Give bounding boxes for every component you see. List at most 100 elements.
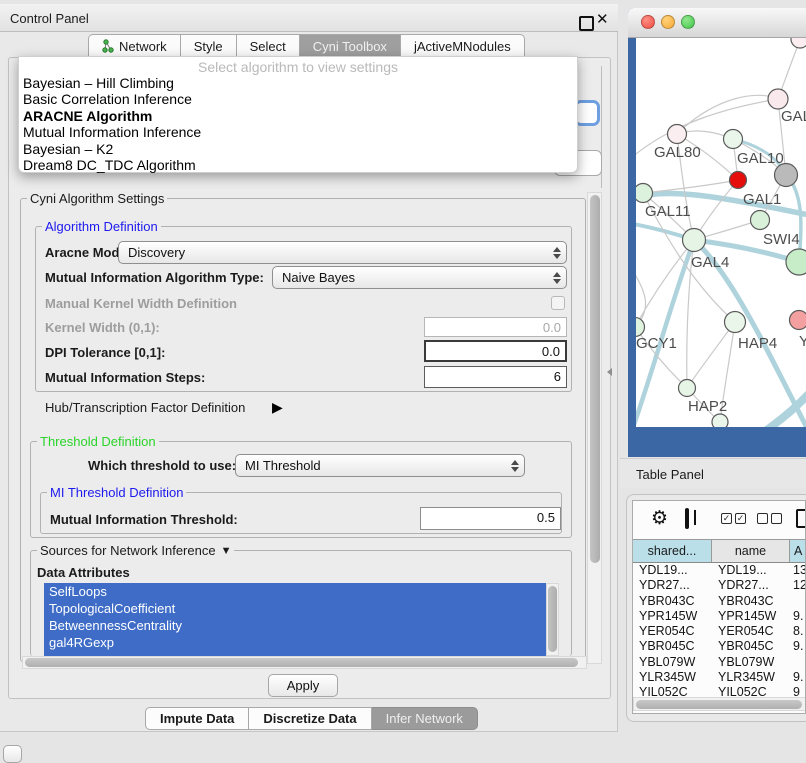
table-row[interactable]: YBR045C YBR045C 9.: [633, 639, 806, 654]
dpi-tolerance-field[interactable]: 0.0: [424, 340, 567, 362]
tab-jactivemnodules[interactable]: jActiveMNodules: [401, 34, 525, 57]
network-node-gal1[interactable]: [730, 172, 747, 189]
close-traffic-light-icon[interactable]: [641, 15, 655, 29]
export-table-file-icon[interactable]: [796, 509, 806, 528]
network-node[interactable]: [712, 414, 728, 427]
settings-horizontal-scrollbar[interactable]: [22, 656, 587, 669]
mi-type-label: Mutual Information Algorithm Type:: [45, 270, 264, 285]
dropdown-item[interactable]: Dream8 DC_TDC Algorithm: [19, 157, 577, 173]
table-horizontal-scrollbar[interactable]: [633, 697, 806, 711]
network-graph: GAL GAL80 GAL10 GAL1 GAL11 SWI4 GAL4 GCY…: [636, 38, 806, 427]
column-header-shared[interactable]: shared...: [633, 540, 712, 562]
manual-kernel-checkbox[interactable]: [551, 296, 565, 310]
dropdown-item-aracne[interactable]: ARACNE Algorithm: [19, 108, 577, 124]
tab-network[interactable]: Network: [88, 34, 181, 57]
mi-steps-field[interactable]: 6: [424, 366, 567, 388]
network-edge: [636, 240, 694, 327]
float-window-icon[interactable]: [579, 16, 594, 31]
node-label: GAL11: [645, 203, 691, 220]
tab-impute-data[interactable]: Impute Data: [145, 707, 249, 730]
node-label: HAP4: [738, 335, 777, 352]
minimized-panel-button[interactable]: [3, 745, 22, 763]
network-node-gal80[interactable]: [668, 125, 687, 144]
network-edge: [636, 240, 694, 427]
column-header-name[interactable]: name: [712, 540, 790, 562]
kernel-width-label: Kernel Width (0,1):: [45, 320, 160, 335]
select-all-checked-icon[interactable]: ✓: [735, 513, 746, 524]
tab-network-label: Network: [119, 39, 167, 54]
mi-threshold-label: Mutual Information Threshold:: [50, 512, 238, 527]
node-label: GAL: [781, 108, 806, 125]
table-row[interactable]: YLR345W YLR345W 9.: [633, 670, 806, 685]
aracne-mode-combo[interactable]: Discovery: [118, 241, 567, 264]
table-panel-body: ⚙ ✓ ✓ shared... name A YDL19... YDL19...…: [632, 500, 806, 714]
network-node[interactable]: [786, 249, 806, 275]
dropdown-item[interactable]: Bayesian – K2: [19, 141, 577, 157]
network-node-gcy1[interactable]: [636, 318, 645, 337]
zoom-traffic-light-icon[interactable]: [681, 15, 695, 29]
dropdown-item[interactable]: Bayesian – Hill Climbing: [19, 75, 577, 91]
tab-style[interactable]: Style: [181, 34, 237, 57]
table-panel-title: Table Panel: [636, 467, 704, 482]
table-row[interactable]: YDR27... YDR27... 12: [633, 578, 806, 593]
hub-expand-arrow-icon[interactable]: ▶: [272, 399, 283, 416]
mi-threshold-definition-title: MI Threshold Definition: [47, 485, 186, 500]
table-row[interactable]: YDL19... YDL19... 13: [633, 563, 806, 578]
minimize-traffic-light-icon[interactable]: [661, 15, 675, 29]
mi-steps-label: Mutual Information Steps:: [45, 370, 205, 385]
panel-divider-grip[interactable]: [607, 368, 612, 376]
table-row[interactable]: YPR145W YPR145W 9.: [633, 609, 806, 624]
kernel-width-field: 0.0: [424, 317, 567, 337]
network-node-gal10[interactable]: [724, 130, 743, 149]
apply-button[interactable]: Apply: [268, 674, 338, 697]
table-row[interactable]: YER054C YER054C 8.: [633, 624, 806, 639]
threshold-definition-title: Threshold Definition: [37, 434, 159, 449]
data-attributes-label: Data Attributes: [37, 565, 130, 580]
network-node[interactable]: [790, 311, 806, 330]
network-node-gal11[interactable]: [636, 184, 653, 203]
combo-stepper-icon: [506, 460, 524, 472]
attribute-item[interactable]: BetweennessCentrality: [44, 617, 546, 634]
node-label: GAL4: [691, 254, 729, 271]
attribute-item[interactable]: gal4RGexp: [44, 634, 546, 651]
attribute-item[interactable]: TopologicalCoefficient: [44, 600, 546, 617]
sources-title: Sources for Network Inference: [40, 543, 216, 558]
dropdown-item[interactable]: Mutual Information Inference: [19, 124, 577, 140]
attributes-scrollbar[interactable]: [546, 583, 559, 656]
column-header-cut[interactable]: A: [790, 540, 806, 562]
manual-kernel-label: Manual Kernel Width Definition: [45, 296, 237, 311]
settings-vertical-scrollbar[interactable]: [587, 192, 602, 664]
network-canvas[interactable]: GAL GAL80 GAL10 GAL1 GAL11 SWI4 GAL4 GCY…: [636, 38, 806, 427]
attribute-item[interactable]: SelfLoops: [44, 583, 546, 600]
column-visibility-icon[interactable]: [685, 508, 689, 529]
network-node-gal4[interactable]: [683, 229, 706, 252]
tab-infer-network[interactable]: Infer Network: [372, 707, 478, 730]
network-edge: [724, 388, 806, 427]
network-edge: [677, 95, 778, 134]
network-node[interactable]: [791, 38, 806, 48]
table-row[interactable]: YBR043C YBR043C: [633, 594, 806, 609]
deselect-all-icon[interactable]: [771, 513, 782, 524]
network-node-hap2[interactable]: [679, 380, 696, 397]
which-threshold-combo[interactable]: MI Threshold: [235, 454, 525, 477]
sources-title-wrap: Sources for Network Inference ▼: [37, 543, 234, 558]
mi-type-combo[interactable]: Naive Bayes: [272, 266, 567, 289]
data-attributes-list[interactable]: SelfLoops TopologicalCoefficient Between…: [44, 583, 546, 656]
network-edge: [643, 180, 738, 193]
network-node-swi4[interactable]: [751, 211, 770, 230]
deselect-all-icon[interactable]: [757, 513, 768, 524]
dropdown-item[interactable]: Basic Correlation Inference: [19, 91, 577, 107]
table-settings-gear-icon[interactable]: ⚙: [651, 507, 668, 530]
mi-threshold-field[interactable]: 0.5: [420, 507, 561, 530]
tab-cyni-toolbox[interactable]: Cyni Toolbox: [300, 34, 401, 57]
table-row[interactable]: YBL079W YBL079W: [633, 655, 806, 670]
close-window-icon[interactable]: ✕: [596, 10, 609, 28]
sources-collapse-arrow-icon[interactable]: ▼: [221, 545, 232, 557]
tab-select[interactable]: Select: [237, 34, 300, 57]
node-label: GCY1: [636, 335, 677, 352]
algorithm-definition-title: Algorithm Definition: [42, 219, 161, 234]
select-all-checked-icon[interactable]: ✓: [721, 513, 732, 524]
network-node-hap4[interactable]: [725, 312, 746, 333]
tab-discretize-data[interactable]: Discretize Data: [249, 707, 371, 730]
network-node[interactable]: [768, 89, 788, 109]
